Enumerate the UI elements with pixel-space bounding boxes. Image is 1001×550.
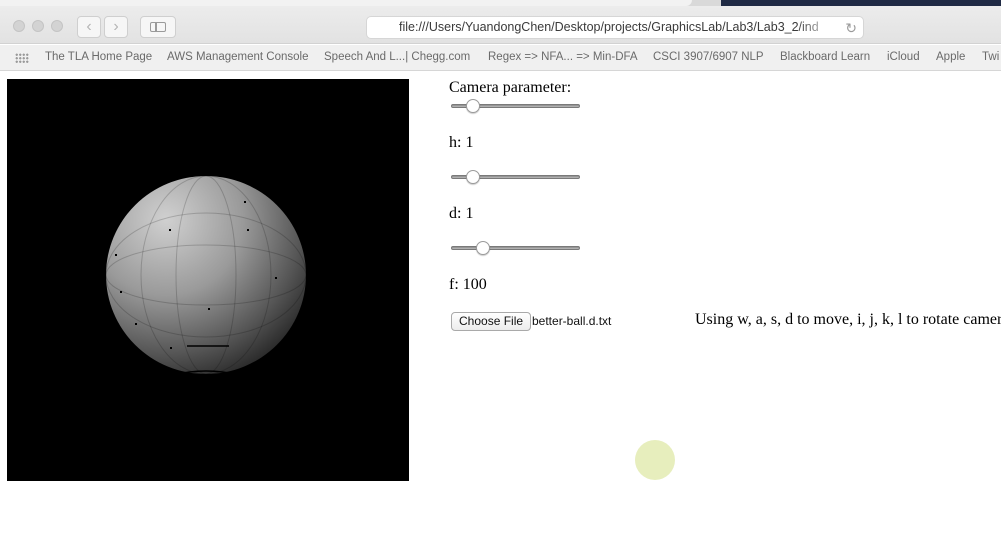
- bookmark-item[interactable]: Regex => NFA... => Min-DFA: [488, 51, 638, 63]
- slider-thumb[interactable]: [466, 99, 480, 113]
- bookmark-item[interactable]: iCloud: [887, 51, 920, 63]
- bookmark-item[interactable]: Speech And L...| Chegg.com: [324, 51, 470, 63]
- sphere-render: [105, 175, 307, 376]
- choose-file-button[interactable]: Choose File: [451, 312, 532, 331]
- camera-parameter-label: Camera parameter:: [449, 79, 572, 96]
- slider-track: [451, 246, 580, 250]
- camera-parameter-slider[interactable]: [451, 99, 580, 115]
- selected-file-name: better-ball.d.txt: [532, 314, 612, 328]
- bookmark-item[interactable]: Apple: [936, 51, 965, 63]
- back-button[interactable]: ‹: [77, 16, 101, 38]
- render-canvas[interactable]: [7, 79, 409, 481]
- bookmark-item[interactable]: CSCI 3907/6907 NLP: [653, 51, 764, 63]
- slider-thumb[interactable]: [466, 170, 480, 184]
- h-slider[interactable]: [451, 170, 580, 186]
- sidebar-toggle-button[interactable]: [140, 16, 176, 38]
- bookmarks-bar: The TLA Home Page AWS Management Console…: [0, 45, 1001, 71]
- d-value-label: d: 1: [449, 205, 474, 222]
- bookmark-item[interactable]: Blackboard Learn: [780, 51, 870, 63]
- address-bar[interactable]: file:///Users/YuandongChen/Desktop/proje…: [366, 16, 864, 39]
- reload-icon[interactable]: ↻: [845, 19, 857, 37]
- sphere: [106, 176, 306, 374]
- zoom-window-icon[interactable]: [51, 20, 63, 32]
- bookmark-item[interactable]: The TLA Home Page: [45, 51, 152, 63]
- minimize-window-icon[interactable]: [32, 20, 44, 32]
- h-value-label: h: 1: [449, 134, 474, 151]
- forward-button[interactable]: ›: [104, 16, 128, 38]
- slider-thumb[interactable]: [476, 241, 490, 255]
- close-window-icon[interactable]: [13, 20, 25, 32]
- bookmark-item[interactable]: AWS Management Console: [167, 51, 308, 63]
- chevron-right-icon: ›: [113, 18, 119, 35]
- bookmark-item[interactable]: Twi: [982, 51, 999, 63]
- url-text: file:///Users/YuandongChen/Desktop/proje…: [399, 20, 819, 34]
- cursor-highlight: [635, 440, 675, 480]
- controls-hint-text: Using w, a, s, d to move, i, j, k, l to …: [695, 311, 1001, 328]
- f-value-label: f: 100: [449, 276, 487, 293]
- chevron-left-icon: ‹: [86, 18, 92, 35]
- show-all-bookmarks-icon[interactable]: [15, 53, 29, 63]
- d-slider[interactable]: [451, 241, 580, 257]
